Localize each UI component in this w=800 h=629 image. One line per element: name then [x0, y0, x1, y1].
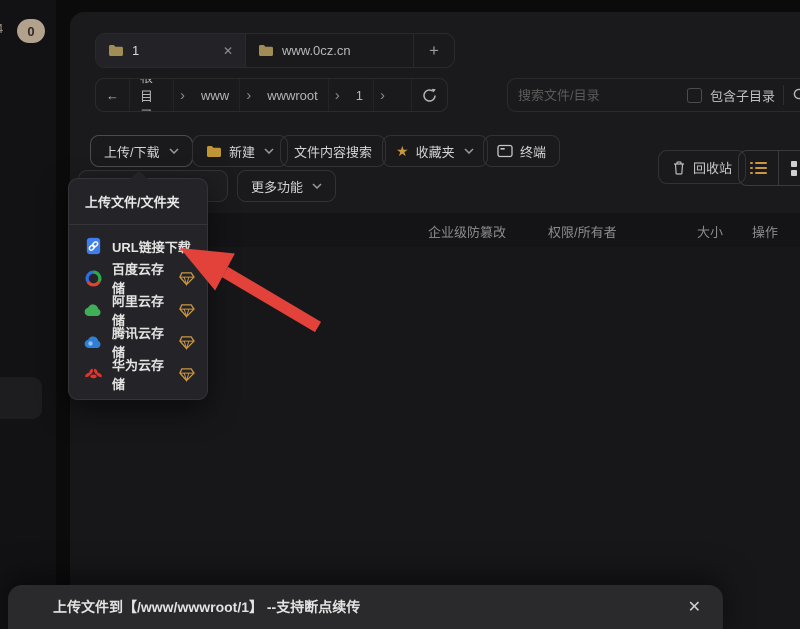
vip-gem-icon — [178, 303, 195, 318]
include-subdir-label: 包含子目录 — [710, 86, 775, 105]
dropdown-caret — [130, 171, 148, 179]
menu-item-baidu-cloud[interactable]: 百度云存储 — [69, 262, 207, 294]
chevron-down-icon — [169, 148, 179, 154]
folder-icon — [258, 44, 274, 57]
tab-close-icon[interactable]: ✕ — [223, 44, 233, 58]
tab-folder-1[interactable]: 1 ✕ — [96, 34, 246, 67]
left-rail: 4 0 — [0, 0, 56, 629]
url-download-icon — [83, 236, 103, 256]
column-header-permissions-owner[interactable]: 权限/所有者 — [548, 222, 617, 241]
terminal-button[interactable]: 终端 — [483, 135, 560, 167]
chevron-down-icon — [464, 148, 474, 154]
back-button[interactable]: ← — [96, 79, 130, 111]
file-content-search-button[interactable]: 文件内容搜索 — [280, 135, 386, 167]
favorites-button[interactable]: ★ 收藏夹 — [382, 135, 488, 167]
list-view-button[interactable] — [739, 151, 778, 185]
vip-gem-icon — [178, 335, 195, 350]
grid-view-icon — [791, 161, 800, 176]
more-functions-button[interactable]: 更多功能 — [237, 170, 336, 202]
rail-number: 4 — [0, 21, 3, 36]
trash-icon — [672, 160, 686, 175]
vip-gem-icon — [178, 271, 195, 286]
tab-strip: 1 ✕ www.0cz.cn + — [95, 33, 455, 68]
menu-item-label: 华为云存储 — [112, 355, 169, 393]
terminal-icon — [497, 144, 513, 158]
menu-item-label: URL链接下载 — [112, 237, 191, 256]
chevron-down-icon — [312, 183, 322, 189]
terminal-label: 终端 — [520, 142, 546, 161]
chevron-right-icon: › — [240, 79, 257, 111]
column-header-size[interactable]: 大小 — [697, 222, 723, 241]
tab-label: www.0cz.cn — [282, 43, 351, 58]
column-header-actions: 操作 — [752, 222, 778, 241]
menu-item-url-download[interactable]: URL链接下载 — [69, 230, 207, 262]
breadcrumb-root[interactable]: 根目录 — [130, 79, 174, 111]
chevron-down-icon — [264, 148, 274, 154]
chevron-right-icon: › — [374, 79, 391, 111]
chevron-right-icon: › — [174, 79, 191, 111]
breadcrumb-www[interactable]: www — [191, 79, 240, 111]
content-search-label: 文件内容搜索 — [294, 142, 372, 161]
new-button[interactable]: 新建 — [192, 135, 288, 167]
divider — [783, 85, 784, 105]
chevron-right-icon: › — [329, 79, 346, 111]
close-icon[interactable]: ✕ — [688, 597, 701, 617]
upload-download-label: 上传/下载 — [104, 142, 160, 161]
upload-dialog-header: 上传文件到【/www/wwwroot/1】 --支持断点续传 ✕ — [8, 585, 723, 629]
add-tab-button[interactable]: + — [414, 34, 454, 67]
new-label: 新建 — [229, 142, 255, 161]
tab-label: 1 — [132, 43, 139, 58]
menu-item-tencent-cloud[interactable]: 腾讯云存储 — [69, 326, 207, 358]
recycle-bin-label: 回收站 — [693, 158, 732, 177]
breadcrumb-1[interactable]: 1 — [346, 79, 374, 111]
favorites-label: 收藏夹 — [416, 142, 455, 161]
ali-cloud-icon — [83, 300, 103, 320]
star-icon: ★ — [396, 144, 409, 158]
view-toggle — [738, 150, 800, 186]
search-input[interactable] — [518, 88, 679, 103]
tencent-cloud-icon — [83, 332, 103, 352]
baidu-cloud-icon — [83, 268, 103, 288]
tab-folder-www0czcn[interactable]: www.0cz.cn — [246, 34, 414, 67]
upload-dialog-title: 上传文件到【/www/wwwroot/1】 --支持断点续传 — [53, 585, 360, 629]
search-icon[interactable] — [792, 87, 800, 103]
recycle-bin-button[interactable]: 回收站 — [658, 150, 746, 184]
search-bar: 包含子目录 — [507, 78, 800, 112]
menu-item-ali-cloud[interactable]: 阿里云存储 — [69, 294, 207, 326]
breadcrumb: ← 根目录 › www › wwwroot › 1 › — [95, 78, 448, 112]
folder-icon — [206, 145, 222, 158]
grid-view-button[interactable] — [778, 151, 800, 185]
notification-badge: 0 — [17, 19, 45, 43]
more-functions-label: 更多功能 — [251, 177, 303, 196]
list-view-icon — [750, 161, 767, 175]
upload-download-dropdown: 上传文件/文件夹 URL链接下载 — [68, 178, 208, 400]
refresh-button[interactable] — [411, 79, 447, 111]
refresh-icon — [422, 88, 437, 103]
vip-gem-icon — [178, 367, 195, 382]
include-subdir-checkbox[interactable] — [687, 88, 702, 103]
breadcrumb-spacer — [391, 79, 411, 111]
huawei-cloud-icon — [83, 364, 103, 384]
upload-download-button[interactable]: 上传/下载 — [90, 135, 193, 167]
column-header-tamper-proof[interactable]: 企业级防篡改 — [428, 222, 506, 241]
back-icon: ← — [106, 88, 119, 103]
folder-icon — [108, 44, 124, 57]
menu-item-huawei-cloud[interactable]: 华为云存储 — [69, 358, 207, 390]
breadcrumb-wwwroot[interactable]: wwwroot — [257, 79, 329, 111]
rail-item-highlight[interactable] — [0, 377, 42, 419]
menu-item-upload-files[interactable]: 上传文件/文件夹 — [69, 179, 207, 224]
